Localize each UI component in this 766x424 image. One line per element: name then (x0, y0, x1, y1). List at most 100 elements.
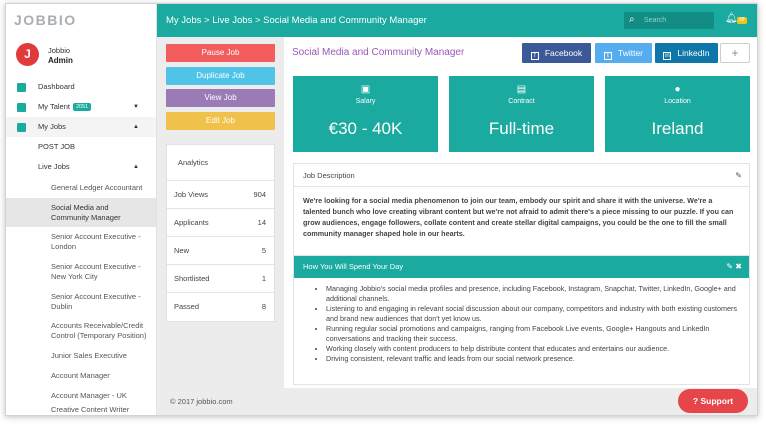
breadcrumb: My Jobs > Live Jobs > Social Media and C… (166, 15, 427, 26)
live-job-item[interactable]: General Ledger Accountant (6, 177, 156, 198)
notification-badge: 99 (737, 17, 747, 24)
more-share-button[interactable]: + (720, 43, 750, 63)
briefcase-icon: ▣ (360, 84, 371, 95)
analytics-value: 8 (261, 302, 266, 311)
bell-icon[interactable]: 🔔︎ (725, 13, 738, 24)
analytics-label: Shortlisted (174, 274, 210, 283)
card-value: €30 - 40K (328, 119, 403, 138)
card-label: Contract (508, 98, 535, 105)
footer: © 2017 jobbio.com (157, 388, 757, 415)
view-job-button[interactable]: View Job (166, 89, 275, 107)
sidebar-item-label: My Jobs (38, 122, 66, 131)
duplicate-job-button[interactable]: Duplicate Job (166, 67, 275, 85)
share-label: LinkedIn (677, 48, 710, 58)
chevron-up-icon[interactable]: ▲ (133, 117, 139, 137)
user-profile[interactable]: J Jobbio Admin (6, 37, 156, 77)
edit-job-button[interactable]: Edit Job (166, 112, 275, 130)
analytics-panel: Analytics Job Views 904 Applicants 14 New 5… (166, 144, 275, 322)
linkedin-icon: in (663, 52, 672, 60)
pencil-icon[interactable]: ✎ (735, 164, 742, 187)
duties-list: Managing Jobbio's social media profiles … (294, 278, 749, 364)
analytics-row[interactable]: Applicants 14 (167, 209, 274, 237)
app-window: JOBBIO J Jobbio Admin Dashboard My Talen… (5, 3, 758, 416)
analytics-row[interactable]: Shortlisted 1 (167, 265, 274, 293)
top-bar: My Jobs > Live Jobs > Social Media and C… (157, 4, 757, 37)
chevron-down-icon[interactable]: ▼ (133, 97, 139, 117)
share-label: Facebook (544, 48, 583, 58)
card-label: Salary (355, 98, 376, 105)
pencil-icon[interactable]: ✎ (726, 262, 733, 271)
share-facebook-button[interactable]: f Facebook (522, 43, 591, 63)
logo[interactable]: JOBBIO (6, 4, 156, 37)
search-input[interactable]: Search (644, 12, 666, 29)
card-value: Full-time (488, 119, 555, 138)
live-job-item[interactable]: Creative Content Writer (6, 405, 156, 415)
sidebar-item-label: Dashboard (38, 82, 75, 91)
salary-card: ▣ Salary €30 - 40K (293, 76, 438, 152)
user-icon (17, 103, 26, 112)
pause-job-button[interactable]: Pause Job (166, 44, 275, 62)
clipboard-icon (17, 123, 26, 132)
section-title: Job Description (303, 171, 355, 180)
share-label: Twitter (617, 48, 644, 58)
analytics-label: Passed (174, 302, 200, 311)
sidebar-item-label: My Talent (38, 102, 70, 111)
list-item: Driving consistent, relevant traffic and… (326, 354, 749, 364)
chevron-up-icon[interactable]: ▲ (133, 157, 139, 177)
map-pin-icon: ● (674, 84, 681, 95)
analytics-row[interactable]: New 5 (167, 237, 274, 265)
analytics-value: 904 (253, 190, 266, 199)
share-linkedin-button[interactable]: in LinkedIn (655, 43, 718, 63)
avatar[interactable]: J (16, 43, 39, 66)
sidebar-item-post-job[interactable]: POST JOB (6, 137, 156, 157)
card-value: Ireland (651, 119, 704, 138)
profile-role: Admin (48, 56, 73, 65)
document-icon: ▤ (516, 84, 527, 95)
profile-name: Jobbio (48, 46, 71, 55)
live-job-item[interactable]: Senior Account Executive - London (6, 227, 156, 257)
card-label: Location (664, 98, 691, 105)
job-detail: Social Media and Community Manager f Face… (284, 37, 757, 388)
analytics-value: 5 (261, 246, 266, 255)
sidebar-item-my-jobs[interactable]: My Jobs ▲ (6, 117, 156, 137)
list-item: Running regular social promotions and ca… (326, 324, 749, 344)
spend-your-day-panel: How You Will Spend Your Day ✎ ✖ Managing … (293, 255, 750, 385)
list-item: Working closely with content producers t… (326, 344, 749, 354)
support-button[interactable]: ? Support (678, 389, 748, 413)
sidebar-item-dashboard[interactable]: Dashboard (6, 77, 156, 97)
sidebar: JOBBIO J Jobbio Admin Dashboard My Talen… (6, 4, 157, 415)
plus-icon: + (731, 46, 739, 60)
list-item: Listening to and engaging in relevant so… (326, 304, 749, 324)
analytics-value: 1 (261, 274, 266, 283)
sidebar-item-live-jobs[interactable]: Live Jobs ▲ (6, 157, 156, 177)
analytics-label: Applicants (174, 218, 209, 227)
live-job-item[interactable]: Account Manager (6, 366, 156, 386)
live-job-item[interactable]: Senior Account Executive - New York City (6, 257, 156, 287)
facebook-icon: f (530, 52, 539, 60)
twitter-icon: t (603, 52, 612, 60)
talent-count-badge: 2051 (72, 103, 92, 112)
live-job-item[interactable]: Junior Sales Executive (6, 346, 156, 366)
sidebar-item-label: Live Jobs (38, 162, 70, 171)
location-card: ● Location Ireland (605, 76, 750, 152)
search-box[interactable]: ⌕ Search (624, 12, 714, 29)
analytics-title: Analytics (167, 145, 274, 181)
live-job-item[interactable]: Account Manager - UK (6, 386, 156, 405)
analytics-row[interactable]: Job Views 904 (167, 181, 274, 209)
help-icon: ? (692, 396, 699, 406)
live-job-item[interactable]: Accounts Receivable/Credit Control (Temp… (6, 316, 156, 346)
close-icon[interactable]: ✖ (735, 262, 742, 271)
analytics-row[interactable]: Passed 8 (167, 293, 274, 321)
contract-card: ▤ Contract Full-time (449, 76, 594, 152)
sidebar-item-my-talent[interactable]: My Talent 2051 ▼ (6, 97, 156, 117)
analytics-label: New (174, 246, 190, 255)
share-twitter-button[interactable]: t Twitter (595, 43, 652, 63)
chart-icon (17, 83, 26, 92)
list-item: Managing Jobbio's social media profiles … (326, 284, 749, 304)
live-job-item-active[interactable]: Social Media and Community Manager (6, 198, 156, 227)
analytics-label: Job Views (174, 190, 209, 199)
analytics-value: 14 (257, 218, 266, 227)
page-title: Social Media and Community Manager (292, 47, 465, 58)
support-label: Support (700, 396, 734, 406)
live-job-item[interactable]: Senior Account Executive - Dublin (6, 287, 156, 316)
